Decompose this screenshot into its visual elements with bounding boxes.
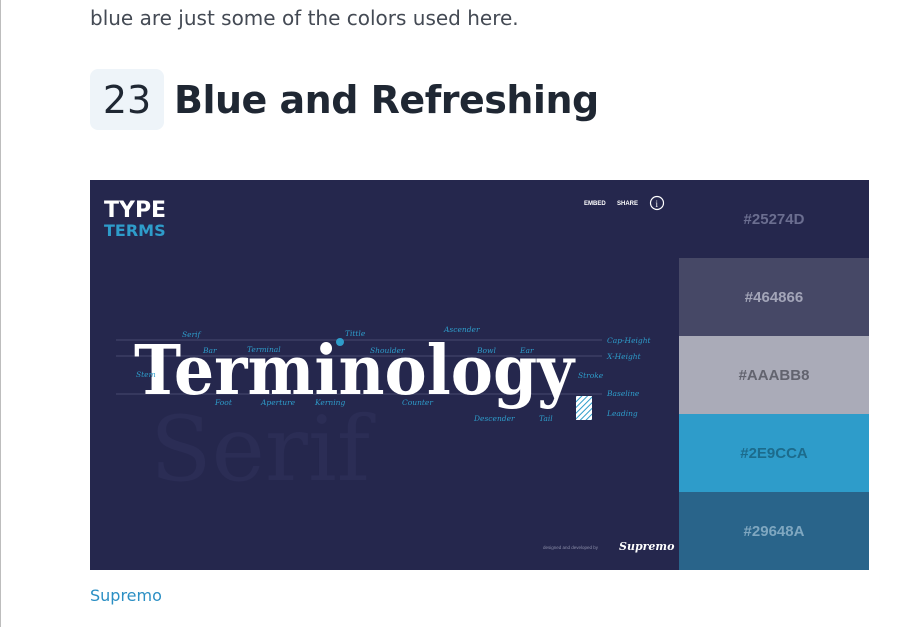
swatch-hex: #25274D (743, 210, 805, 228)
term-serif: Serif (182, 330, 202, 339)
bg-texture-text: Serif (150, 397, 376, 502)
term-stem: Stem (136, 370, 156, 379)
logo-terms[interactable]: TERMS (104, 221, 166, 240)
color-swatch: #464866 (679, 258, 869, 336)
term-ascender: Ascender (443, 325, 480, 334)
color-swatch: #25274D (679, 180, 869, 258)
section-title: Blue and Refreshing (174, 77, 599, 122)
term-stroke: Stroke (578, 371, 604, 380)
logo-type[interactable]: TYPE (104, 198, 166, 223)
page-left-border (0, 0, 1, 627)
term-foot: Foot (214, 398, 233, 407)
swatch-hex: #2E9CCA (740, 444, 808, 462)
hero-word-terminology: Terminology (134, 331, 576, 411)
swatch-hex: #29648A (743, 522, 805, 540)
section-heading: 23 Blue and Refreshing (90, 69, 599, 130)
term-counter: Counter (402, 398, 433, 407)
term-bar: Bar (202, 346, 217, 355)
term-cap-height: Cap-Height (607, 336, 652, 345)
term-shoulder: Shoulder (370, 346, 405, 355)
term-kerning: Kerning (314, 398, 345, 407)
swatch-hex: #AAABB8 (738, 366, 810, 384)
swatch-hex: #464866 (744, 288, 804, 306)
color-palette: #25274D #464866 #AAABB8 #2E9CCA #29648A (679, 180, 869, 570)
section-number-badge: 23 (90, 69, 164, 130)
term-aperture: Aperture (260, 398, 296, 407)
share-link[interactable]: SHARE (617, 201, 638, 207)
website-preview: Serif TYPE TERMS EMBED SHARE i Terminolo… (90, 180, 679, 570)
term-tail: Tail (539, 414, 553, 423)
color-swatch: #29648A (679, 492, 869, 570)
term-bowl: Bowl (476, 346, 496, 355)
term-baseline: Baseline (606, 389, 640, 398)
credit-brand-logo[interactable]: Supremo (619, 540, 674, 553)
credit-prefix: designed and developed by (543, 545, 599, 550)
intro-paragraph: blue are just some of the colors used he… (90, 6, 519, 30)
website-preview-canvas: Serif TYPE TERMS EMBED SHARE i Terminolo… (90, 180, 679, 570)
term-leading: Leading (606, 409, 638, 418)
example-screenshot: Serif TYPE TERMS EMBED SHARE i Terminolo… (90, 180, 869, 570)
term-terminal: Terminal (247, 345, 281, 354)
source-link-supremo[interactable]: Supremo (90, 586, 162, 605)
color-swatch: #AAABB8 (679, 336, 869, 414)
term-descender: Descender (473, 414, 515, 423)
leading-swatch (576, 396, 592, 420)
color-swatch: #2E9CCA (679, 414, 869, 492)
term-ear: Ear (519, 346, 534, 355)
term-x-height: X-Height (606, 352, 642, 361)
term-tittle: Tittle (345, 329, 366, 338)
tittle-dot (336, 338, 344, 346)
embed-link[interactable]: EMBED (584, 201, 606, 207)
